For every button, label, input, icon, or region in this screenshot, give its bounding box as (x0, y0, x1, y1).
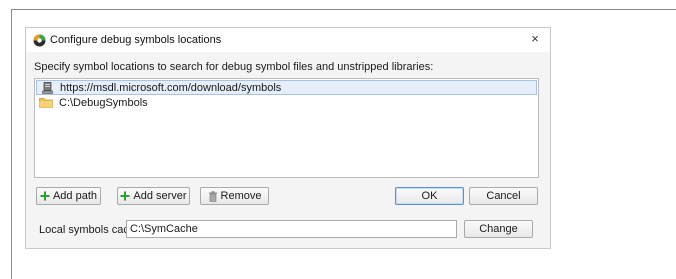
remove-label: Remove (220, 190, 262, 202)
plus-icon (120, 191, 130, 201)
server-icon (40, 81, 54, 94)
change-button[interactable]: Change (464, 220, 533, 238)
plus-icon (40, 191, 50, 201)
cancel-button[interactable]: Cancel (469, 187, 538, 205)
trash-icon (208, 190, 218, 202)
app-icon (32, 33, 46, 47)
symbol-locations-list[interactable]: https://msdl.microsoft.com/download/symb… (34, 78, 539, 178)
instruction-text: Specify symbol locations to search for d… (34, 61, 434, 73)
configure-symbols-dialog: Configure debug symbols locations × Spec… (25, 27, 551, 249)
add-server-button[interactable]: Add server (117, 187, 190, 205)
list-item[interactable]: C:\DebugSymbols (36, 95, 537, 110)
add-path-button[interactable]: Add path (36, 187, 101, 205)
list-item-label: https://msdl.microsoft.com/download/symb… (60, 81, 282, 94)
local-cache-input[interactable] (126, 220, 457, 238)
add-path-label: Add path (52, 190, 98, 202)
list-item-label: C:\DebugSymbols (59, 96, 148, 109)
add-server-label: Add server (133, 190, 187, 202)
folder-icon (39, 97, 53, 109)
ok-button[interactable]: OK (395, 187, 464, 205)
remove-button[interactable]: Remove (200, 187, 269, 205)
dialog-title: Configure debug symbols locations (50, 34, 222, 46)
list-item[interactable]: https://msdl.microsoft.com/download/symb… (36, 80, 537, 95)
close-button[interactable]: × (528, 32, 542, 46)
dialog-titlebar: Configure debug symbols locations × (26, 28, 550, 52)
